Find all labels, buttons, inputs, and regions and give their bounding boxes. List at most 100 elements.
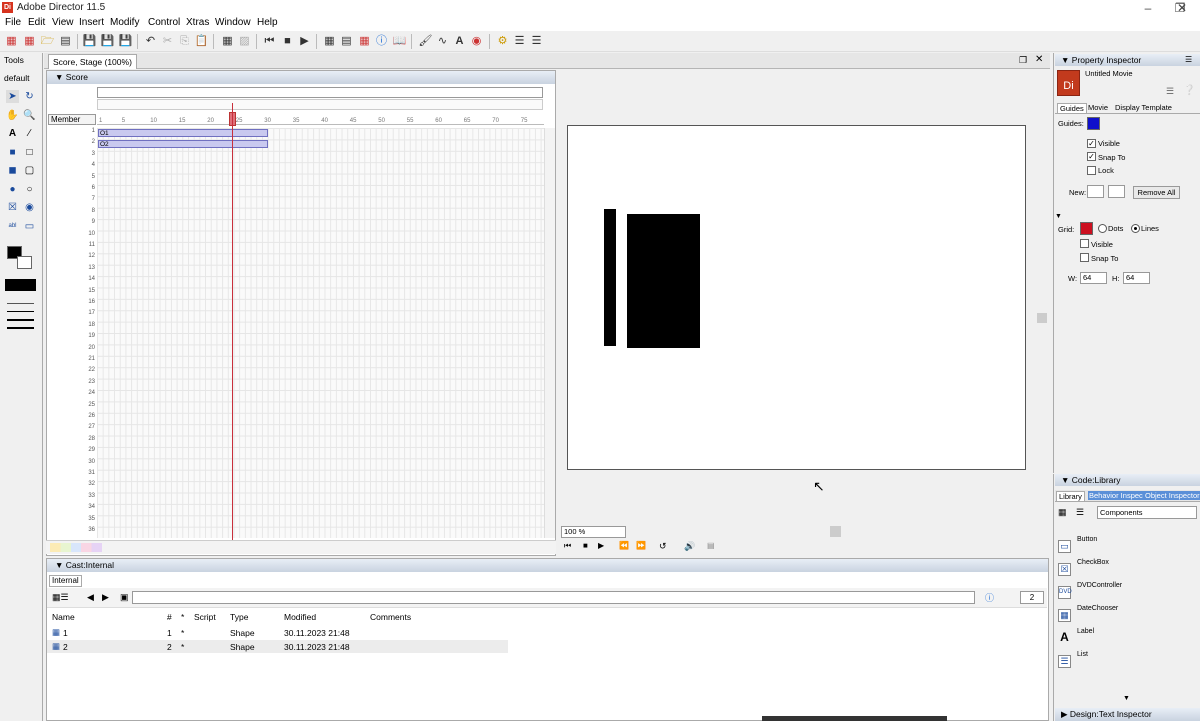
rewind-toolbar-icon[interactable]: ⏮ [262,34,277,49]
find-icon[interactable]: ▦ [220,34,235,49]
library-item-checkbox[interactable]: CheckBox [1077,559,1109,566]
tab-behavior-inspector[interactable]: Behavior Inspec [1088,491,1144,500]
message-icon[interactable]: ☰ [529,34,544,49]
list-component-icon[interactable]: ☰ [1058,655,1071,668]
sprite-span[interactable]: O1 [98,129,268,137]
channel-number[interactable]: 22 [50,367,95,373]
round-rect-icon[interactable]: ▢ [23,164,36,177]
channel-number[interactable]: 23 [50,379,95,385]
info-icon[interactable]: ⓘ [374,34,389,49]
new-cast-icon[interactable]: ▦ [22,34,37,49]
script-icon[interactable]: ☰ [512,34,527,49]
paint-icon[interactable]: 🖌 [418,34,433,49]
stage-canvas[interactable] [567,125,1026,470]
menu-edit[interactable]: Edit [28,17,45,28]
filled-round-rect-icon[interactable]: ◼ [6,164,19,177]
copy-icon[interactable]: ⎘ [177,34,192,49]
field-tool-icon[interactable]: abl [6,220,19,233]
channel-number[interactable]: 31 [50,470,95,476]
stage-loop-icon[interactable]: ↺ [659,541,667,552]
col-star[interactable]: * [181,612,184,622]
library-icon[interactable]: 📖 [392,34,407,49]
cast-info-icon[interactable]: ⓘ [985,591,994,604]
library-item-datechooser[interactable]: DateChooser [1077,605,1118,612]
line-width-3[interactable] [7,327,34,329]
grid-width-field[interactable]: 64 [1080,272,1107,284]
channel-number[interactable]: 26 [50,413,95,419]
filled-ellipse-icon[interactable]: ● [6,183,19,196]
guides-lock-checkbox[interactable] [1087,166,1096,175]
channel-number[interactable]: 27 [50,424,95,430]
channel-number[interactable]: 32 [50,481,95,487]
menu-xtras[interactable]: Xtras [186,17,209,28]
cast-member-name-field[interactable] [132,591,975,604]
tools-mode-select[interactable]: default [4,73,30,83]
channel-number[interactable]: 4 [50,162,95,168]
channel-number[interactable]: 21 [50,356,95,362]
menu-view[interactable]: View [52,17,74,28]
line-tool-icon[interactable]: ∕ [23,127,36,140]
vector-icon[interactable]: ∿ [435,34,450,49]
line-width-2[interactable] [7,319,34,321]
channel-number[interactable]: 36 [50,527,95,533]
open-icon[interactable]: 🗁 [40,34,55,49]
text-tool-icon[interactable]: A [6,127,19,140]
channel-number[interactable]: 11 [50,242,95,248]
help-icon[interactable]: ❔ [1183,85,1195,96]
channel-number[interactable]: 18 [50,322,95,328]
tab-guides[interactable]: Guides [1057,103,1087,113]
rect-tool-icon[interactable]: □ [23,146,36,159]
cast-tab-internal[interactable]: Internal [49,575,82,587]
rotate-tool-icon[interactable]: ↻ [23,90,36,103]
channel-number[interactable]: 6 [50,185,95,191]
line-width-none[interactable] [7,303,34,304]
channel-number[interactable]: 9 [50,219,95,225]
guides-snap-checkbox[interactable]: ✓ [1087,152,1096,161]
ellipse-icon[interactable]: ○ [23,183,36,196]
channel-number[interactable]: 5 [50,174,95,180]
button-component-icon[interactable]: ▭ [1058,540,1071,553]
channel-number[interactable]: 19 [50,333,95,339]
col-name[interactable]: Name [52,612,75,622]
menu-help[interactable]: Help [257,17,278,28]
line-width-1[interactable] [7,311,34,312]
stop-toolbar-icon[interactable]: ■ [280,34,295,49]
restore-panel-icon[interactable]: ❐ [1019,55,1027,66]
stage-step-back-icon[interactable]: ⏪ [619,541,629,550]
shockwave-3d-icon[interactable]: ◉ [469,34,484,49]
guides-visible-checkbox[interactable]: ✓ [1087,139,1096,148]
checkbox-component-icon[interactable]: ☒ [1058,563,1071,576]
checkbox-tool-icon[interactable]: ☒ [6,201,19,214]
channel-number[interactable]: 10 [50,231,95,237]
stage-dvd-icon[interactable]: ▤ [707,541,715,550]
channel-number[interactable]: 33 [50,493,95,499]
import-icon[interactable]: ▤ [58,34,73,49]
grid-dots-radio[interactable] [1098,224,1107,233]
new-vertical-guide[interactable] [1108,185,1125,198]
property-inspector-icon[interactable]: ▦ [357,34,372,49]
library-item-button[interactable]: Button [1077,536,1097,543]
button-tool-icon[interactable]: ▭ [23,220,36,233]
library-item-dvdcontroller[interactable]: DVDController [1077,582,1122,589]
channel-number[interactable]: 16 [50,299,95,305]
cast-next-icon[interactable]: ▶ [102,592,109,603]
grid-section-toggle-icon[interactable]: ▼ [1055,213,1062,220]
text-inspector-collapsed-header[interactable]: ▶ Design:Text Inspector [1055,708,1200,721]
stage-horizontal-scroll-thumb[interactable] [830,526,841,537]
score-grid[interactable] [97,128,544,538]
library-scroll-down-icon[interactable]: ▼ [1123,695,1130,702]
undo-icon[interactable]: ↶ [143,34,158,49]
channel-number[interactable]: 20 [50,345,95,351]
background-color-swatch[interactable] [17,256,32,269]
grid-color-swatch[interactable] [1080,222,1093,235]
channel-number[interactable]: 14 [50,276,95,282]
save-as-icon[interactable]: 💾 [100,34,115,49]
col-comments[interactable]: Comments [370,612,411,622]
stage-play-icon[interactable]: ▶ [598,541,604,550]
channel-number[interactable]: 30 [50,459,95,465]
menu-modify[interactable]: Modify [110,17,139,28]
zoom-select[interactable]: 100 % [561,526,626,538]
channel-number[interactable]: 12 [50,253,95,259]
table-row[interactable]: ▦ 1 1 * Shape 30.11.2023 21:48 [47,626,507,639]
frame-ruler[interactable]: 1 5 10 15 20 25 30 35 40 45 50 55 60 65 70 75 [97,114,544,125]
